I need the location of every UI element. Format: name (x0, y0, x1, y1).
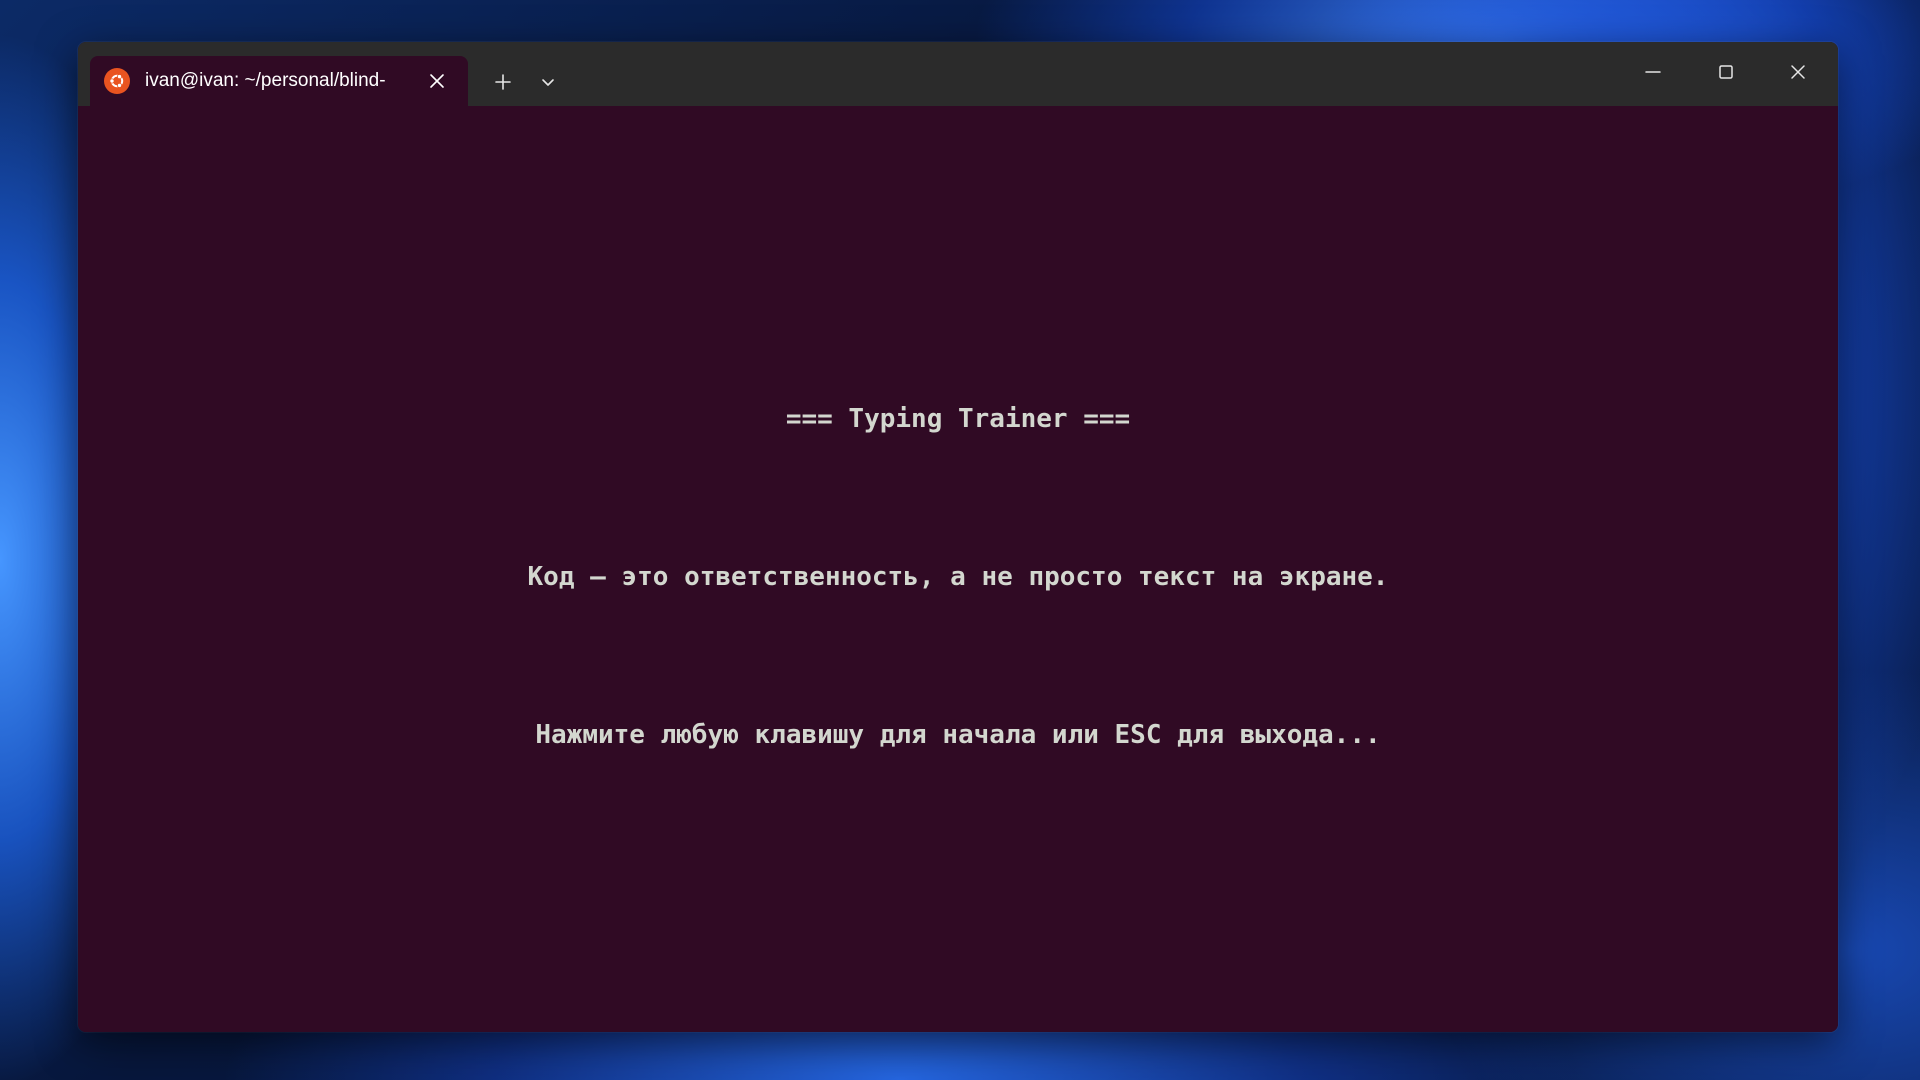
minimize-button[interactable] (1628, 52, 1678, 92)
terminal-window: ivan@ivan: ~/personal/blind- === Typing … (78, 42, 1838, 1032)
tab-title: ivan@ivan: ~/personal/blind- (145, 70, 386, 91)
close-icon (1791, 65, 1805, 79)
terminal-output[interactable]: === Typing Trainer === Код – это ответст… (78, 106, 1838, 1032)
app-title: === Typing Trainer === (785, 404, 1131, 434)
plus-icon (495, 74, 511, 90)
terminal-tab[interactable]: ivan@ivan: ~/personal/blind- (90, 56, 468, 106)
chevron-down-icon (542, 79, 554, 86)
close-icon (430, 74, 444, 88)
new-tab-button[interactable] (483, 64, 523, 100)
maximize-button[interactable] (1701, 52, 1751, 92)
maximize-icon (1719, 65, 1733, 79)
title-bar: ivan@ivan: ~/personal/blind- (78, 42, 1838, 106)
start-prompt: Нажмите любую клавишу для начала или ESC… (535, 720, 1381, 750)
ubuntu-icon (104, 68, 130, 94)
close-window-button[interactable] (1773, 52, 1823, 92)
quote-text: Код – это ответственность, а не просто т… (527, 562, 1389, 592)
tab-close-button[interactable] (422, 66, 452, 96)
minimize-icon (1645, 71, 1661, 73)
tab-dropdown-button[interactable] (530, 64, 566, 100)
